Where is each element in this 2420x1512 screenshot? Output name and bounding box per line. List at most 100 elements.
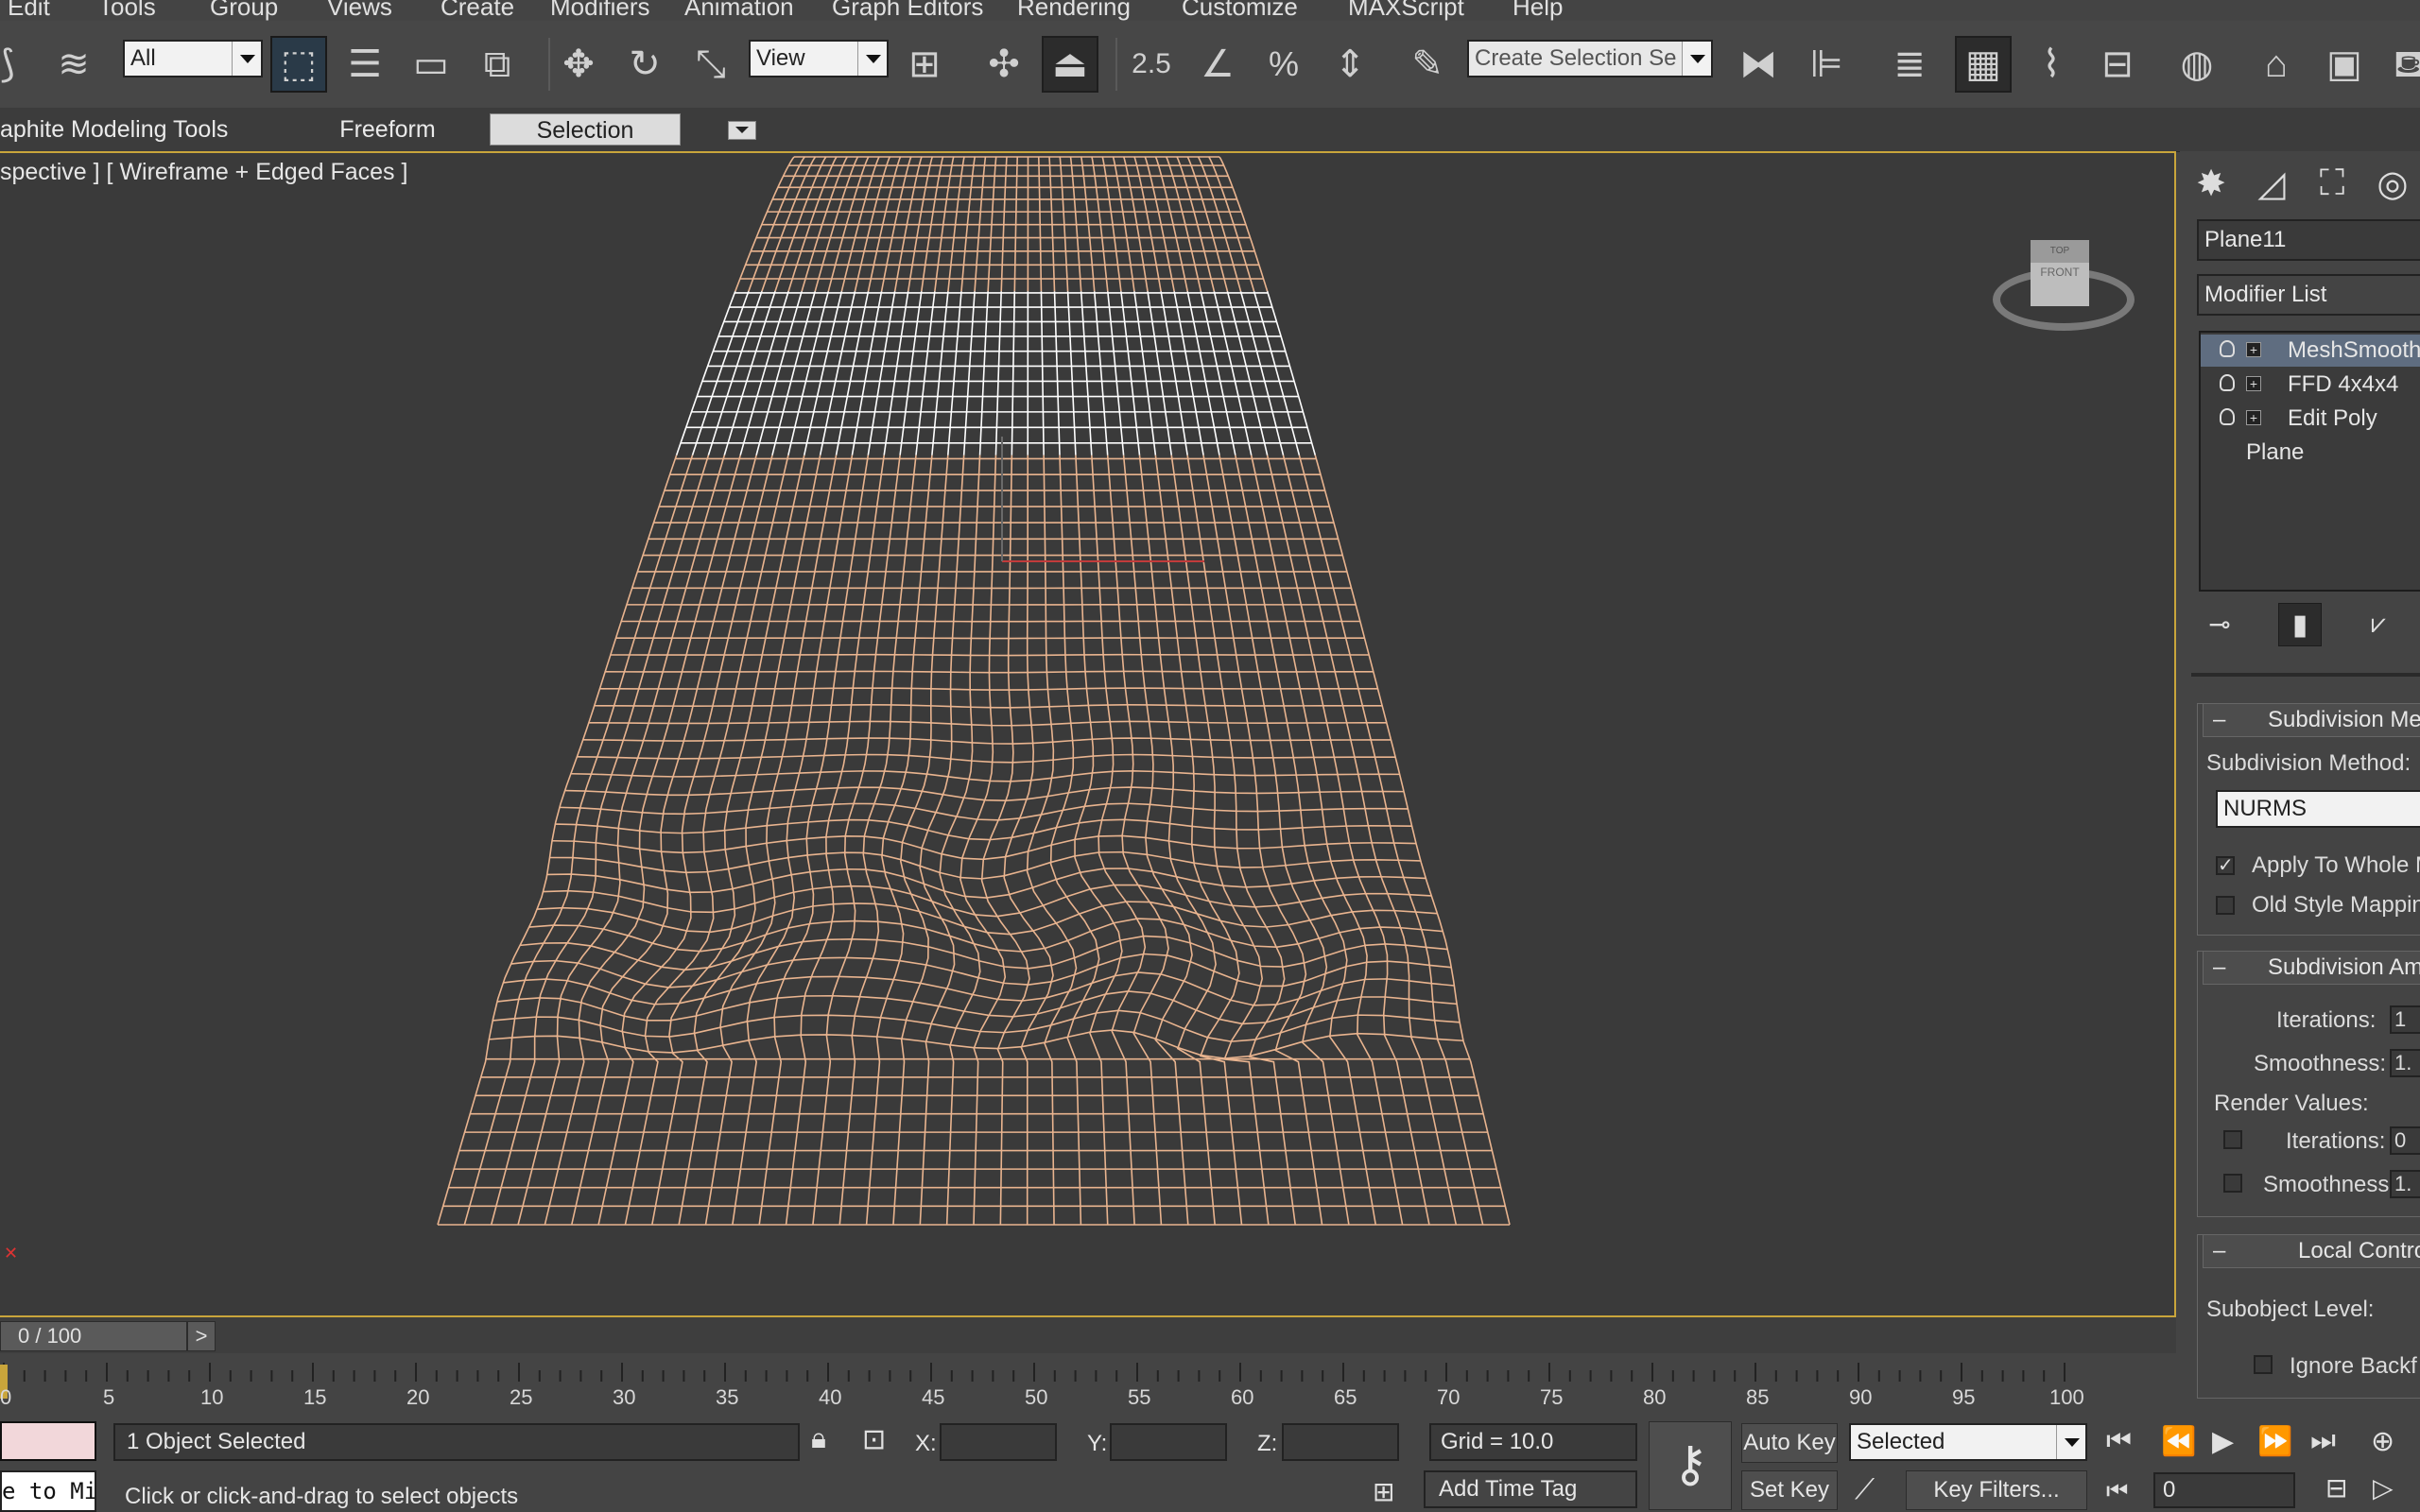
render-smoothness-spinner[interactable]: 1. [2390, 1170, 2420, 1198]
ignore-backfacing-checkbox[interactable] [2254, 1355, 2273, 1374]
modifier-list-dropdown[interactable]: Modifier List [2197, 274, 2420, 316]
expand-icon[interactable]: + [2246, 342, 2261, 357]
render-iterations-checkbox[interactable] [2223, 1130, 2242, 1149]
create-panel-icon[interactable]: ✸ [2184, 161, 2238, 206]
menu-customize[interactable]: Customize [1182, 0, 1298, 22]
menu-maxscript[interactable]: MAXScript [1348, 0, 1464, 22]
select-manipulate-icon[interactable]: ✣ [976, 36, 1032, 93]
stack-item-edit-poly[interactable]: + Edit Poly [2201, 403, 2420, 435]
tab-graphite-modeling-tools[interactable]: aphite Modeling Tools [0, 113, 255, 146]
expand-icon[interactable]: + [2246, 376, 2261, 391]
viewcube[interactable]: TOP FRONT [1987, 227, 2138, 340]
viewport-label[interactable]: spective ] [ Wireframe + Edged Faces ] [0, 159, 407, 186]
schematic-view-icon[interactable]: ⊟ [2089, 36, 2146, 93]
pivot-center-icon[interactable]: ⊞ [896, 36, 953, 93]
menu-animation[interactable]: Animation [684, 0, 794, 22]
set-key-button[interactable]: Set Key [1741, 1470, 1838, 1510]
absolute-mode-icon[interactable]: ⊡ [862, 1423, 886, 1456]
menu-modifiers[interactable]: Modifiers [550, 0, 649, 22]
show-end-result-icon[interactable]: ▮ [2278, 603, 2322, 646]
tab-freeform[interactable]: Freeform [312, 113, 463, 146]
pin-stack-icon[interactable]: ⊸ [2199, 603, 2240, 644]
rendered-frame-window-icon[interactable]: ▣ [2316, 36, 2373, 93]
time-slider-thumb[interactable]: 0 / 100 [0, 1321, 187, 1351]
menu-create[interactable]: Create [441, 0, 514, 22]
graphite-toggle-icon[interactable]: ▦ [1955, 36, 2012, 93]
scale-icon[interactable]: ⤡ [683, 36, 739, 93]
maxscript-listener-top[interactable] [0, 1421, 96, 1461]
maxscript-listener-input[interactable]: e to Mi [0, 1470, 96, 1512]
angle-snap-icon[interactable]: ∠ [1189, 36, 1246, 93]
object-name-field[interactable]: Plane11 [2197, 219, 2420, 261]
orbit-icon[interactable]: ▷ [2373, 1472, 2394, 1503]
expand-icon[interactable]: + [2246, 410, 2261, 425]
move-icon[interactable]: ✥ [550, 36, 607, 93]
menu-group[interactable]: Group [210, 0, 278, 22]
align-icon[interactable]: ⊫ [1798, 36, 1855, 93]
time-slider[interactable] [0, 1317, 2176, 1353]
viewcube-front-face[interactable]: FRONT [2031, 263, 2089, 306]
render-production-icon[interactable]: ⛾ [2380, 36, 2420, 93]
layer-manager-icon[interactable]: ≣ [1881, 36, 1938, 93]
hierarchy-panel-icon[interactable]: ⛶ [2305, 161, 2360, 206]
rollout-local-control[interactable]: – Local Contro [2203, 1234, 2420, 1268]
mirror-icon[interactable]: ⧓ [1730, 36, 1787, 93]
spinner-snap-icon[interactable]: ⇕ [1322, 36, 1378, 93]
stack-item-plane[interactable]: Plane [2201, 437, 2420, 469]
named-selection-sets-dropdown[interactable]: Create Selection Se [1467, 40, 1713, 77]
render-iterations-spinner[interactable]: 0 [2390, 1126, 2420, 1155]
menu-graph-editors[interactable]: Graph Editors [832, 0, 983, 22]
play-icon[interactable]: ▶ [2212, 1425, 2234, 1458]
subdivision-method-dropdown[interactable]: NURMS [2216, 790, 2420, 828]
next-frame-icon[interactable]: ⏩ [2257, 1425, 2292, 1458]
key-mode-dropdown[interactable]: Selected [1849, 1423, 2087, 1461]
previous-frame-icon[interactable]: ⏪ [2161, 1425, 2196, 1458]
material-editor-icon[interactable]: ◍ [2169, 36, 2225, 93]
lightbulb-icon[interactable] [2220, 374, 2235, 391]
window-crossing-icon[interactable]: ⧉ [469, 36, 526, 93]
menu-tools[interactable]: Tools [98, 0, 156, 22]
old-style-mapping-checkbox[interactable] [2216, 896, 2235, 915]
tab-selection[interactable]: Selection [490, 113, 681, 146]
selection-filter-dropdown[interactable]: All [123, 40, 263, 77]
rectangular-selection-icon[interactable]: ▭ [403, 36, 459, 93]
snaps-toggle-icon[interactable]: 2.5 [1123, 36, 1180, 93]
menu-views[interactable]: Views [327, 0, 392, 22]
apply-to-whole-mesh-checkbox[interactable] [2216, 853, 2235, 877]
percent-snap-icon[interactable]: % [1255, 36, 1312, 93]
zoom-icon[interactable]: ⊕ [2371, 1425, 2394, 1458]
menu-edit[interactable]: Edit [8, 0, 50, 22]
current-frame-field[interactable]: 0 [2153, 1472, 2295, 1508]
lightbulb-icon[interactable] [2220, 340, 2235, 357]
stack-item-meshsmooth[interactable]: + MeshSmooth [2201, 335, 2420, 367]
render-smoothness-checkbox[interactable] [2223, 1174, 2242, 1193]
go-to-end-icon[interactable]: ⏭ [2310, 1425, 2336, 1457]
x-coordinate-field[interactable] [940, 1423, 1057, 1461]
rollout-subdivision-amount[interactable]: – Subdivision Amo [2203, 951, 2420, 985]
select-object-icon[interactable]: ⬚ [270, 36, 327, 93]
time-slider-next-button[interactable]: > [187, 1321, 216, 1351]
motion-panel-icon[interactable]: ◎ [2365, 161, 2420, 206]
link-icon[interactable]: ⟆ [0, 36, 36, 93]
make-unique-icon[interactable]: ⩗ [2358, 603, 2399, 644]
menu-rendering[interactable]: Rendering [1017, 0, 1131, 22]
edit-named-selection-icon[interactable]: ✎ [1399, 36, 1456, 93]
reference-coordinate-dropdown[interactable]: View [749, 40, 889, 77]
stack-item-ffd[interactable]: + FFD 4x4x4 [2201, 369, 2420, 401]
viewcube-top-face[interactable]: TOP [2031, 240, 2089, 263]
set-key-icon[interactable]: ⚷ [1649, 1421, 1732, 1510]
ribbon-options-icon[interactable] [728, 121, 756, 140]
keyboard-shortcut-override-icon[interactable]: ⏏ [1042, 36, 1098, 93]
modify-panel-icon[interactable]: ◿ [2244, 161, 2299, 206]
default-tangents-icon[interactable]: ⟋ [1855, 1474, 1875, 1506]
time-tag-icon[interactable]: ⊞ [1373, 1476, 1394, 1507]
perspective-viewport[interactable]: TOP FRONT ✕ [0, 151, 2176, 1317]
curve-editor-icon[interactable]: ⌇ [2023, 36, 2080, 93]
plane-wireframe[interactable] [0, 153, 2176, 1317]
render-setup-icon[interactable]: ⌂ [2248, 36, 2305, 93]
smoothness-spinner[interactable]: 1. [2390, 1049, 2420, 1077]
menu-help[interactable]: Help [1512, 0, 1563, 22]
go-to-start-icon[interactable]: ⏮ [2106, 1425, 2132, 1457]
key-filters-button[interactable]: Key Filters... [1906, 1470, 2087, 1510]
rotate-icon[interactable]: ↻ [616, 36, 673, 93]
